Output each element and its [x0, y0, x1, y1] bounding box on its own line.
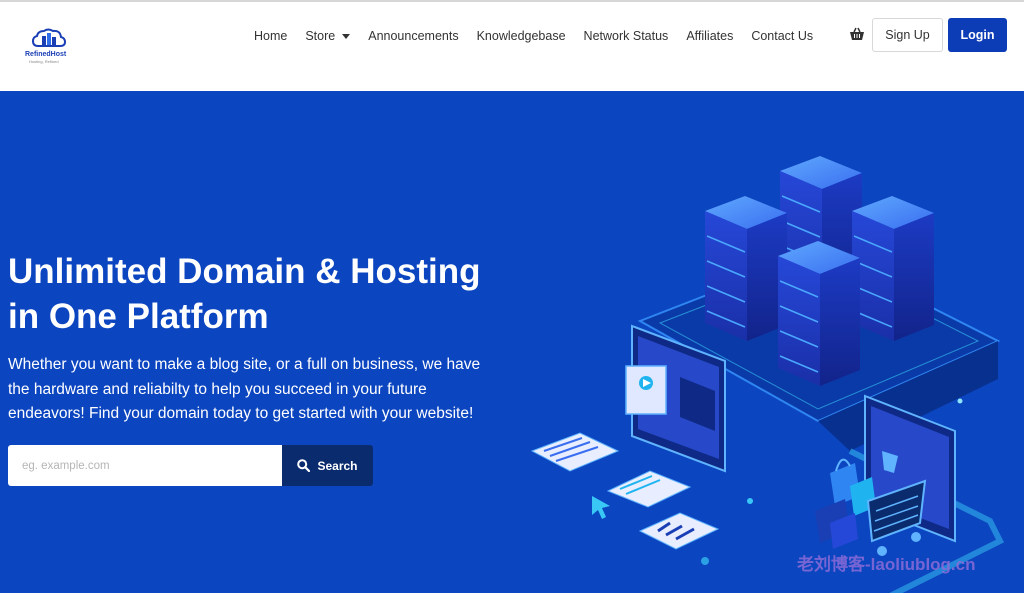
server-tower	[852, 196, 934, 341]
main-nav: Home Store Announcements Knowledgebase N…	[254, 24, 831, 48]
nav-contact-us[interactable]: Contact Us	[751, 29, 813, 43]
server-tower	[778, 241, 860, 386]
nav-announcements[interactable]: Announcements	[368, 29, 458, 43]
nav-affiliates[interactable]: Affiliates	[686, 29, 733, 43]
site-header: RefinedHost Hosting, Refined Home Store …	[0, 2, 1024, 91]
domain-search-form: Search	[8, 445, 373, 486]
cloud-server-logo-icon	[32, 28, 66, 47]
hero-title: Unlimited Domain & Hosting in One Platfo…	[8, 252, 481, 336]
nav-home[interactable]: Home	[254, 29, 287, 43]
watermark: 老刘博客-laoliublog.cn	[797, 555, 976, 574]
nav-knowledgebase[interactable]: Knowledgebase	[477, 29, 566, 43]
logo-name: RefinedHost	[25, 51, 67, 58]
shopping-basket-icon[interactable]	[849, 27, 865, 41]
logo-tagline: Hosting, Refined	[29, 59, 59, 64]
floating-document	[530, 432, 620, 472]
hero-section: Unlimited Domain & Hosting in One Platfo…	[0, 91, 1024, 593]
search-button-label: Search	[317, 458, 358, 473]
login-button[interactable]: Login	[948, 18, 1007, 52]
cursor-icon	[592, 496, 610, 519]
nav-store[interactable]: Store	[305, 29, 351, 43]
hero-subtitle: Whether you want to make a blog site, or…	[8, 356, 481, 422]
server-illustration	[530, 156, 1005, 593]
nav-store-label: Store	[305, 29, 336, 43]
floating-document	[638, 512, 720, 550]
caret-down-icon	[342, 33, 351, 39]
server-tower	[705, 196, 787, 341]
nav-network-status[interactable]: Network Status	[584, 29, 669, 43]
search-button[interactable]: Search	[282, 445, 373, 486]
search-icon	[297, 459, 311, 472]
domain-search-input[interactable]	[8, 445, 282, 486]
site-logo[interactable]: RefinedHost Hosting, Refined	[22, 28, 76, 66]
sign-up-button[interactable]: Sign Up	[872, 18, 943, 52]
